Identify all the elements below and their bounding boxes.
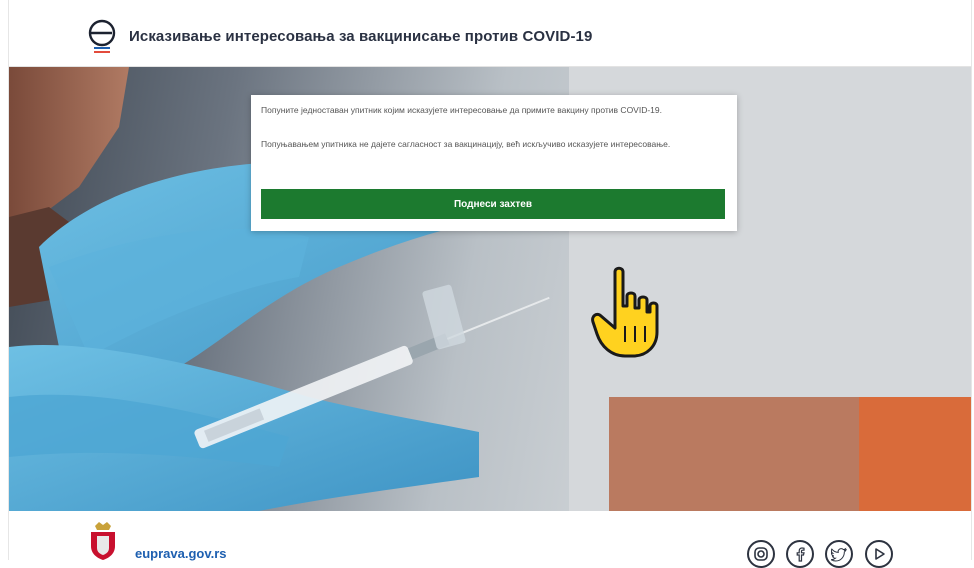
youtube-icon[interactable] [865,540,893,568]
site-link[interactable]: euprava.gov.rs [135,546,227,561]
card-consent-note: Попуњавањем упитника не дајете сагласнос… [261,139,671,149]
card-intro-text: Попуните једноставан упитник којим исказ… [261,105,662,115]
submit-request-button[interactable]: Поднеси захтев [261,189,725,219]
eprava-e-logo-icon[interactable] [87,18,117,54]
header: Исказивање интересовања за вакцинисање п… [9,0,971,67]
pointer-hand-icon [591,266,659,358]
serbian-coat-of-arms-icon [91,522,115,560]
interest-card: Попуните једноставан упитник којим исказ… [251,95,737,231]
facebook-icon[interactable] [786,540,814,568]
twitter-icon[interactable] [825,540,853,568]
page-frame: Исказивање интересовања за вакцинисање п… [8,0,972,568]
instagram-icon[interactable] [747,540,775,568]
page-title: Исказивање интересовања за вакцинисање п… [129,28,593,45]
